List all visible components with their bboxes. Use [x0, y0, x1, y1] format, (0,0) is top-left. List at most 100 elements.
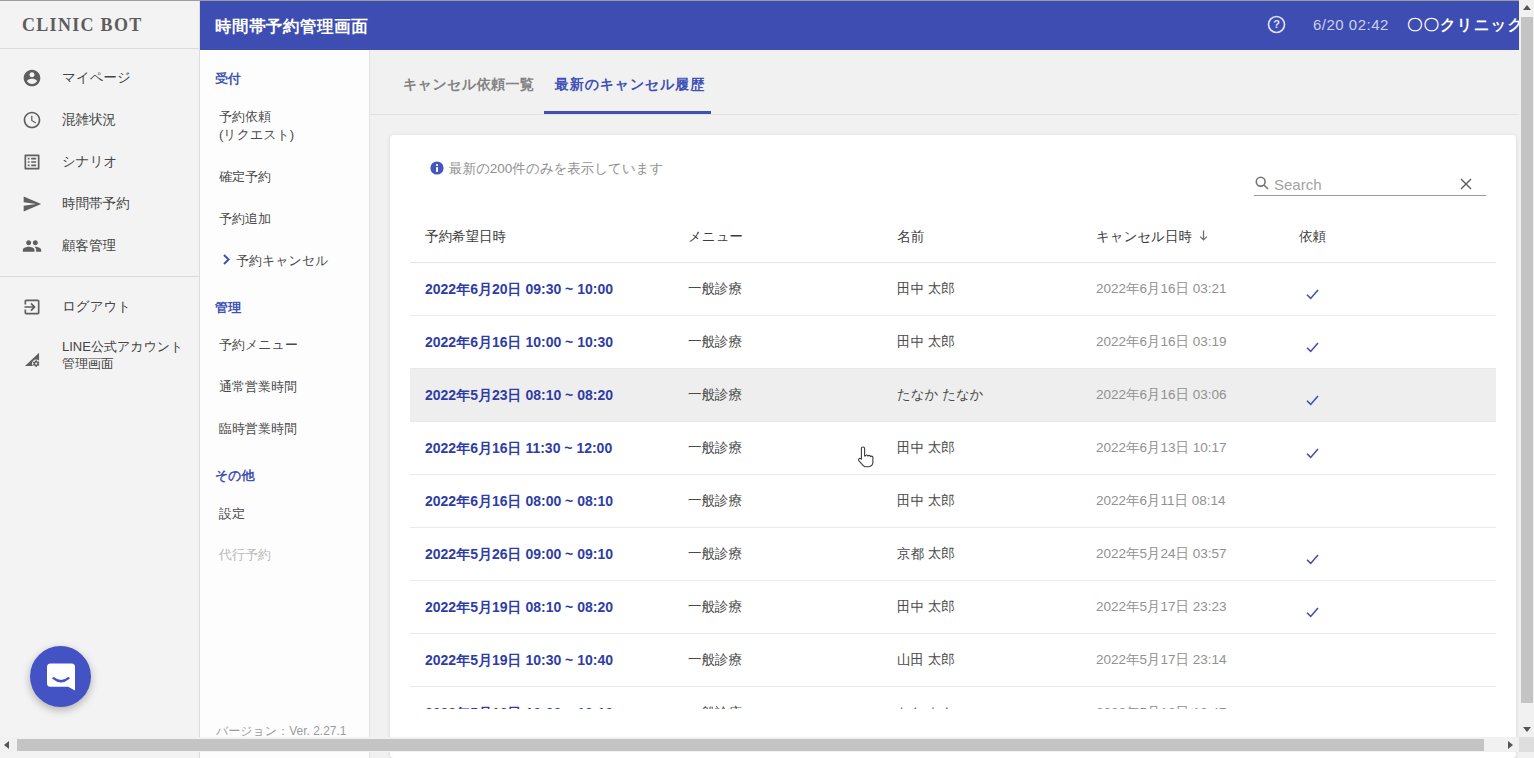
cell-menu: 一般診療: [688, 490, 742, 512]
tab-latest-cancel-history[interactable]: 最新のキャンセル履歴: [555, 76, 705, 93]
submenu-item-temporary-hours[interactable]: 臨時営業時間: [219, 420, 297, 438]
info-message: 最新の200件のみを表示しています: [449, 161, 663, 176]
table-row[interactable]: 2022年5月23日 08:10 ~ 08:20 一般診療 たなか たなか 20…: [410, 369, 1496, 422]
cell-name: たなか たなか: [897, 384, 984, 406]
cell-cancel-datetime: 2022年6月11日 08:14: [1096, 490, 1226, 512]
column-header-desired-datetime[interactable]: 予約希望日時: [425, 229, 506, 245]
table-row[interactable]: 2022年6月16日 08:00 ~ 08:10 一般診療 田中 太郎 2022…: [410, 475, 1496, 528]
submenu-section-management: 管理: [215, 300, 241, 316]
table-row[interactable]: 2022年5月16日 10:00 ~ 10:10 一般診療 なか なか 2022…: [410, 687, 1496, 709]
search-icon: [1255, 176, 1269, 190]
cell-desired-datetime: 2022年5月26日 09:00 ~ 09:10: [425, 543, 613, 565]
cell-name: 京都 太郎: [897, 543, 955, 565]
cell-name: 田中 太郎: [897, 490, 955, 512]
submenu-item-booking-request[interactable]: 予約依頼(リクエスト): [219, 108, 294, 144]
column-header-menu[interactable]: メニュー: [688, 229, 743, 245]
help-icon[interactable]: ?: [1267, 15, 1286, 34]
search-input[interactable]: [1274, 175, 1444, 193]
sidebar-item-label: 顧客管理: [62, 238, 116, 254]
cell-desired-datetime: 2022年5月19日 10:30 ~ 10:40: [425, 649, 613, 671]
table-row-clipped[interactable]: 2022年5月16日 10:00 ~ 10:10 一般診療 なか なか 2022…: [410, 687, 1496, 709]
submenu-item-settings[interactable]: 設定: [219, 505, 245, 523]
table-row[interactable]: 2022年5月19日 08:10 ~ 08:20 一般診療 田中 太郎 2022…: [410, 581, 1496, 634]
clock-icon: [22, 110, 42, 130]
submenu-section-other: その他: [215, 468, 255, 484]
sidebar-item-logout[interactable]: ログアウト: [0, 286, 199, 328]
table-row[interactable]: 2022年6月16日 10:00 ~ 10:30 一般診療 田中 太郎 2022…: [410, 316, 1496, 369]
appbar-datetime: 6/20 02:42: [1313, 16, 1389, 33]
submenu-item-proxy-booking[interactable]: 代行予約: [219, 546, 271, 564]
column-header-cancel-datetime[interactable]: キャンセル日時: [1096, 229, 1208, 245]
sidebar-item-scenario[interactable]: シナリオ: [0, 141, 199, 183]
scroll-left-button[interactable]: [0, 737, 15, 752]
account-circle-icon: [22, 68, 42, 88]
submenu-item-booking-cancel[interactable]: 予約キャンセル: [223, 252, 329, 270]
appbar-clinic-name: 〇〇クリニック: [1407, 15, 1524, 36]
cell-desired-datetime: 2022年6月16日 11:30 ~ 12:00: [425, 437, 612, 459]
column-header-requested[interactable]: 依頼: [1299, 229, 1326, 245]
scroll-down-button[interactable]: [1519, 722, 1534, 737]
cell-cancel-datetime: 2022年6月16日 03:19: [1096, 331, 1227, 353]
logo-area: CLINIC BOT: [0, 2, 199, 49]
page-title: 時間帯予約管理画面: [215, 16, 368, 38]
chat-bubble-icon: [45, 661, 77, 693]
table-rows: 2022年6月20日 09:30 ~ 10:00 一般診療 田中 太郎 2022…: [410, 263, 1496, 709]
cell-menu: 一般診療: [688, 384, 742, 406]
people-icon: [22, 236, 42, 256]
vertical-scrollbar[interactable]: [1519, 0, 1534, 737]
column-header-name[interactable]: 名前: [897, 229, 924, 245]
cell-name: 田中 太郎: [897, 331, 955, 353]
table-row[interactable]: 2022年5月26日 09:00 ~ 09:10 一般診療 京都 太郎 2022…: [410, 528, 1496, 581]
submenu-item-regular-hours[interactable]: 通常営業時間: [219, 378, 297, 396]
cell-cancel-datetime: 2022年6月13日 10:17: [1096, 437, 1227, 459]
tab-cancel-requests[interactable]: キャンセル依頼一覧: [403, 76, 534, 93]
sidebar-item-line-admin[interactable]: LINE公式アカウント管理画面: [0, 334, 199, 376]
check-icon: [1306, 390, 1319, 401]
table-row[interactable]: 2022年5月19日 10:30 ~ 10:40 一般診療 山田 太郎 2022…: [410, 634, 1496, 687]
svg-text:?: ?: [1273, 18, 1280, 30]
cell-menu: 一般診療: [688, 596, 742, 618]
submenu-section-reception: 受付: [215, 71, 241, 87]
cell-menu: 一般診療: [688, 543, 742, 565]
vertical-scrollbar-thumb[interactable]: [1521, 17, 1533, 703]
sidebar-item-congestion[interactable]: 混雑状況: [0, 99, 199, 141]
cell-cancel-datetime: 2022年5月16日 10:47: [1096, 702, 1227, 709]
submenu-sidebar: [200, 50, 370, 758]
table-row[interactable]: 2022年6月20日 09:30 ~ 10:00 一般診療 田中 太郎 2022…: [410, 263, 1496, 316]
cell-menu: 一般診療: [688, 331, 742, 353]
cell-name: 山田 太郎: [897, 649, 955, 671]
cell-cancel-datetime: 2022年5月24日 03:57: [1096, 543, 1227, 565]
triangle-right-icon: [1508, 741, 1513, 749]
sidebar-divider: [0, 276, 199, 277]
triangle-down-icon: [1523, 727, 1531, 732]
triangle-up-icon: [1523, 5, 1531, 10]
sidebar-item-label: ログアウト: [62, 299, 131, 315]
cell-cancel-datetime: 2022年5月17日 23:23: [1096, 596, 1227, 618]
check-icon: [1306, 549, 1319, 560]
sidebar-item-timeslot-booking[interactable]: 時間帯予約: [0, 183, 199, 225]
cell-menu: 一般診療: [688, 437, 742, 459]
submenu-item-add-booking[interactable]: 予約追加: [219, 210, 271, 228]
horizontal-scrollbar[interactable]: [0, 737, 1519, 752]
cell-cancel-datetime: 2022年5月17日 23:14: [1096, 649, 1227, 671]
horizontal-scrollbar-thumb[interactable]: [17, 739, 1484, 751]
scroll-right-button[interactable]: [1502, 737, 1517, 752]
submenu-item-booking-menu[interactable]: 予約メニュー: [219, 336, 298, 354]
sidebar-item-customers[interactable]: 顧客管理: [0, 225, 199, 267]
sidebar-item-label: マイページ: [62, 70, 131, 86]
cell-desired-datetime: 2022年5月23日 08:10 ~ 08:20: [425, 384, 613, 406]
cell-menu: 一般診療: [688, 278, 742, 300]
cell-name: 田中 太郎: [897, 437, 955, 459]
chat-fab-button[interactable]: [30, 646, 91, 707]
sidebar-item-mypage[interactable]: マイページ: [0, 57, 199, 99]
table-row[interactable]: 2022年6月16日 11:30 ~ 12:00 一般診療 田中 太郎 2022…: [410, 422, 1496, 475]
info-icon: [430, 161, 444, 175]
cell-desired-datetime: 2022年6月20日 09:30 ~ 10:00: [425, 278, 613, 300]
send-icon: [22, 194, 42, 214]
scroll-up-button[interactable]: [1519, 0, 1534, 15]
cell-name: なか なか: [897, 702, 956, 709]
sidebar-item-label: シナリオ: [62, 154, 117, 170]
cell-desired-datetime: 2022年5月16日 10:00 ~ 10:10: [425, 702, 613, 709]
clear-search-icon[interactable]: [1460, 176, 1472, 188]
submenu-item-confirmed-bookings[interactable]: 確定予約: [219, 168, 271, 186]
